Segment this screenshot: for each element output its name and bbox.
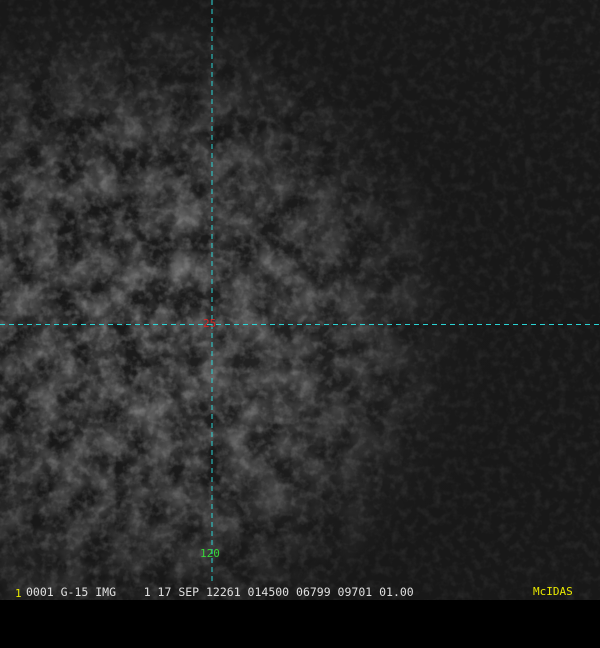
image-metadata-text: 0001 G-15 IMG 1 17 SEP 12261 014500 0679… xyxy=(26,585,414,599)
status-bar: 1 0001 G-15 IMG 1 17 SEP 12261 014500 06… xyxy=(0,584,600,600)
latitude-label: 25 xyxy=(203,317,217,330)
longitude-label: 120 xyxy=(200,547,220,560)
mcidas-brand: McIDAS xyxy=(533,585,573,598)
satellite-image xyxy=(0,0,600,600)
